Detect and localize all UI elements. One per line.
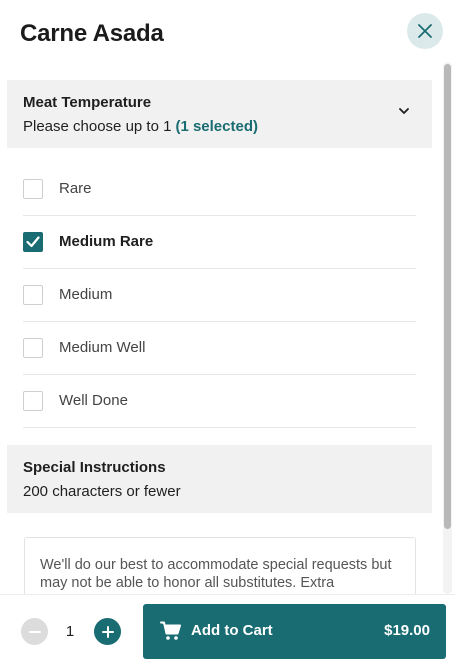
option-rare[interactable]: Rare <box>23 163 416 216</box>
option-label: Well Done <box>59 392 128 409</box>
checkbox-checked[interactable] <box>23 232 43 252</box>
section-title: Meat Temperature <box>23 94 152 111</box>
option-label: Rare <box>59 180 92 197</box>
section-subtitle: Please choose up to 1 (1 selected) <box>23 118 258 135</box>
checkmark-icon <box>26 236 40 248</box>
option-label: Medium <box>59 286 113 303</box>
section-title: Special Instructions <box>23 459 166 476</box>
add-to-cart-label: Add to Cart <box>191 622 273 639</box>
scrollbar-thumb[interactable] <box>444 64 451 529</box>
option-label: Medium Well <box>59 339 146 356</box>
meat-temperature-header[interactable]: Meat Temperature Please choose up to 1 (1… <box>7 80 432 148</box>
choose-limit-text: Please choose up to 1 <box>23 118 172 135</box>
minus-icon <box>28 630 41 633</box>
chevron-down-icon[interactable] <box>397 106 411 116</box>
checkbox[interactable] <box>23 391 43 411</box>
close-button[interactable] <box>407 13 443 49</box>
item-modal: Carne Asada Meat Temperature Please choo… <box>0 0 455 666</box>
selected-count: (1 selected) <box>175 118 258 135</box>
section-subtitle: 200 characters or fewer <box>23 483 181 500</box>
option-label: Medium Rare <box>59 233 154 250</box>
option-medium[interactable]: Medium <box>23 269 416 322</box>
checkbox[interactable] <box>23 285 43 305</box>
plus-icon <box>101 625 114 638</box>
footer-bar: 1 Add to Cart $19.00 <box>0 594 455 666</box>
instructions-notice: We'll do our best to accommodate special… <box>40 557 392 591</box>
checkbox[interactable] <box>23 179 43 199</box>
special-instructions-header: Special Instructions 200 characters or f… <box>7 445 432 513</box>
item-title: Carne Asada <box>20 20 164 47</box>
scrollbar[interactable] <box>443 62 452 594</box>
cart-icon <box>160 621 181 640</box>
option-medium-rare[interactable]: Medium Rare <box>23 216 416 269</box>
increase-quantity-button[interactable] <box>94 618 121 645</box>
options-scroll-area[interactable]: Meat Temperature Please choose up to 1 (1… <box>0 80 441 594</box>
decrease-quantity-button[interactable] <box>21 618 48 645</box>
special-instructions-textarea[interactable]: We'll do our best to accommodate special… <box>24 537 416 594</box>
add-to-cart-button[interactable]: Add to Cart $19.00 <box>143 604 446 659</box>
cart-price: $19.00 <box>384 622 430 639</box>
checkbox[interactable] <box>23 338 43 358</box>
close-icon <box>418 24 432 38</box>
quantity-value: 1 <box>65 623 75 640</box>
option-medium-well[interactable]: Medium Well <box>23 322 416 375</box>
option-well-done[interactable]: Well Done <box>23 375 416 428</box>
